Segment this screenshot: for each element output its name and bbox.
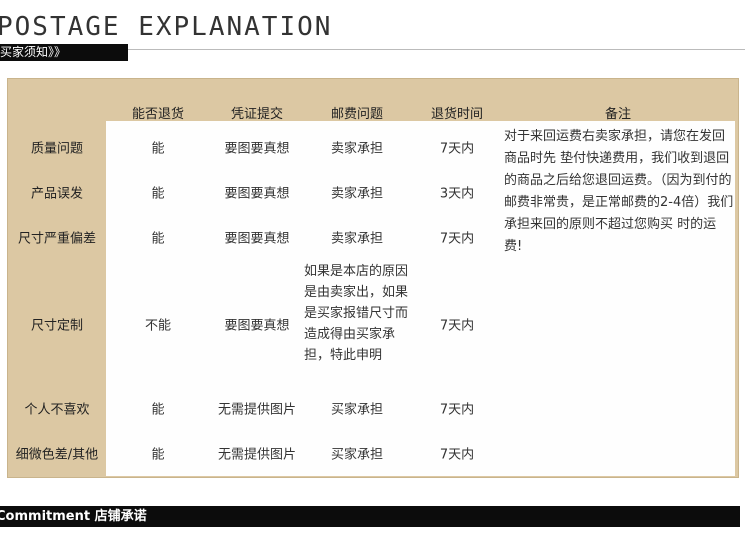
row-label: 细微色差/其他 bbox=[15, 447, 99, 463]
row-label: 尺寸严重偏差 bbox=[17, 231, 97, 247]
cell-return-time: 7天内 bbox=[439, 318, 475, 334]
col-header-postage: 邮费问题 bbox=[330, 107, 384, 122]
cell-can-return: 能 bbox=[151, 447, 165, 463]
row-label: 质量问题 bbox=[30, 141, 84, 157]
cell-can-return: 不能 bbox=[144, 318, 172, 334]
cell-proof: 要图要真想 bbox=[224, 186, 290, 202]
row-label: 个人不喜欢 bbox=[24, 402, 90, 418]
col-header-note: 备注 bbox=[604, 107, 632, 122]
cell-return-time: 7天内 bbox=[439, 141, 475, 157]
cell-postage: 卖家承担 bbox=[330, 186, 384, 202]
title-divider bbox=[128, 49, 745, 50]
cell-proof: 要图要真想 bbox=[224, 141, 290, 157]
cell-postage: 卖家承担 bbox=[330, 231, 384, 247]
cell-proof: 要图要真想 bbox=[224, 318, 290, 334]
cell-return-time: 7天内 bbox=[439, 231, 475, 247]
cell-postage: 如果是本店的原因是由卖家出，如果是买家报错尺寸而造成得由买家承担，特此申明 bbox=[304, 264, 409, 363]
col-header-can-return: 能否退货 bbox=[131, 107, 185, 122]
cell-can-return: 能 bbox=[151, 186, 165, 202]
cell-postage: 买家承担 bbox=[330, 402, 384, 418]
cell-can-return: 能 bbox=[151, 402, 165, 418]
note-text: 对于来回运费右卖家承担，请您在发回商品时先 垫付快递费用，我们收到退回的商品之后… bbox=[504, 129, 734, 254]
cell-proof: 要图要真想 bbox=[224, 231, 290, 247]
page-title: POSTAGE EXPLANATION bbox=[0, 12, 333, 42]
cell-proof: 无需提供图片 bbox=[217, 402, 297, 418]
cell-return-time: 3天内 bbox=[439, 186, 475, 202]
row-label: 产品误发 bbox=[30, 186, 84, 202]
cell-can-return: 能 bbox=[151, 231, 165, 247]
section-banner: 买家须知》》 bbox=[0, 44, 128, 61]
cell-postage: 买家承担 bbox=[330, 447, 384, 463]
cell-return-time: 7天内 bbox=[439, 447, 475, 463]
col-header-return-time: 退货时间 bbox=[430, 107, 484, 122]
col-header-proof: 凭证提交 bbox=[230, 107, 284, 122]
commitment-banner: Commitment 店铺承诺 bbox=[0, 506, 740, 527]
cell-postage: 卖家承担 bbox=[330, 141, 384, 157]
cell-can-return: 能 bbox=[151, 141, 165, 157]
cell-return-time: 7天内 bbox=[439, 402, 475, 418]
row-label: 尺寸定制 bbox=[30, 318, 84, 334]
cell-proof: 无需提供图片 bbox=[217, 447, 297, 463]
